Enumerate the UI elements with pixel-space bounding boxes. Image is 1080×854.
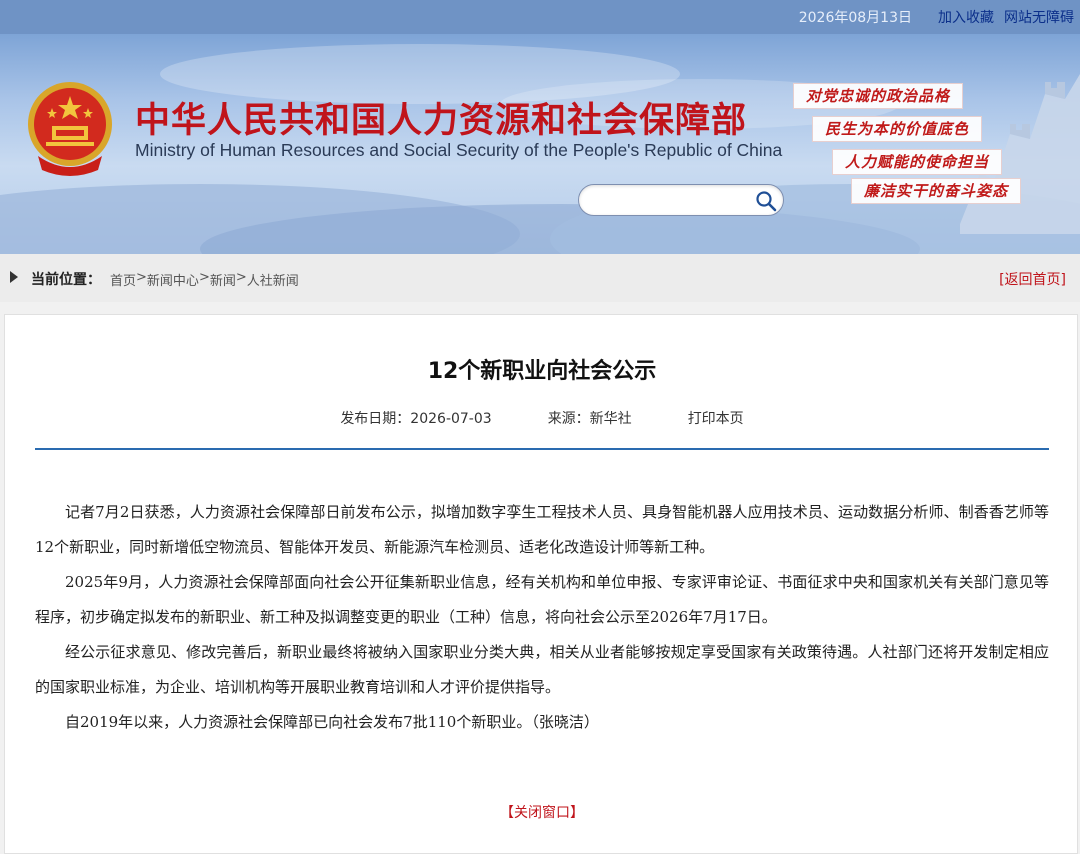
national-emblem-icon <box>28 82 112 176</box>
site-title-cn: 中华人民共和国人力资源和社会保障部 <box>135 101 748 141</box>
slogan-2: 民生为本的价值底色 <box>812 116 983 142</box>
article-panel: 12个新职业向社会公示 发布日期：2026-07-03 来源：新华社 打印本页 … <box>4 314 1078 854</box>
article-paragraph: 记者7月2日获悉，人力资源社会保障部日前发布公示，拟增加数字孪生工程技术人员、具… <box>35 503 1049 556</box>
slogan-3: 人力赋能的使命担当 <box>832 149 1003 175</box>
article-title: 12个新职业向社会公示 <box>427 359 657 384</box>
breadcrumb-home[interactable]: 首页 <box>110 270 136 289</box>
breadcrumb-separator: > <box>198 270 210 285</box>
breadcrumb-separator: > <box>235 270 247 285</box>
breadcrumb-news[interactable]: 新闻 <box>210 270 236 289</box>
breadcrumb-separator: > <box>136 270 147 285</box>
triangle-right-icon <box>10 271 18 283</box>
article-paragraph: 2025年9月，人力资源社会保障部面向社会公开征集新职业信息，经有关机构和单位申… <box>35 573 1049 626</box>
search-icon[interactable] <box>755 190 777 212</box>
add-favorite-link[interactable]: 加入收藏 <box>938 7 994 27</box>
great-wall-image <box>960 74 1080 234</box>
site-title-en: Ministry of Human Resources and Social S… <box>135 140 783 160</box>
slogan-1: 对党忠诚的政治品格 <box>793 83 964 109</box>
top-bar: 2026年08月13日 加入收藏 网站无障碍 <box>0 0 1080 34</box>
breadcrumb-news-center[interactable]: 新闻中心 <box>147 270 199 289</box>
breadcrumb-label: 当前位置： <box>31 272 101 288</box>
print-page-link[interactable]: 打印本页 <box>688 408 744 428</box>
close-window-row: 【关闭窗口】 <box>5 802 1079 822</box>
close-window-link[interactable]: 【关闭窗口】 <box>500 805 584 821</box>
article-paragraph: 经公示征求意见、修改完善后，新职业最终将被纳入国家职业分类大典，相关从业者能够按… <box>35 643 1049 696</box>
current-date: 2026年08月13日 <box>798 10 912 26</box>
slogan-4: 廉洁实干的奋斗姿态 <box>851 178 1022 204</box>
article-paragraph: 自2019年以来，人力资源社会保障部已向社会发布7批110个新职业。（张晓洁） <box>65 713 599 731</box>
breadcrumb: 首页 > 新闻中心 > 新闻 > 人社新闻 <box>110 270 299 289</box>
breadcrumb-hrss-news[interactable]: 人社新闻 <box>247 270 299 289</box>
article-meta: 发布日期：2026-07-03 来源：新华社 打印本页 <box>5 408 1079 428</box>
search-box <box>578 184 784 216</box>
article-source: 来源：新华社 <box>547 411 632 427</box>
accessibility-link[interactable]: 网站无障碍 <box>1004 7 1074 27</box>
publish-date: 发布日期：2026-07-03 <box>340 411 492 427</box>
article-body: 记者7月2日获悉，人力资源社会保障部日前发布公示，拟增加数字孪生工程技术人员、具… <box>35 495 1049 740</box>
title-divider <box>35 448 1049 450</box>
breadcrumb-bar: 当前位置： 首页 > 新闻中心 > 新闻 > 人社新闻 [返回首页] <box>0 254 1080 302</box>
header-banner: 中华人民共和国人力资源和社会保障部 Ministry of Human Reso… <box>0 34 1080 254</box>
back-home-link[interactable]: [返回首页] <box>999 269 1066 289</box>
search-input[interactable] <box>591 191 751 211</box>
